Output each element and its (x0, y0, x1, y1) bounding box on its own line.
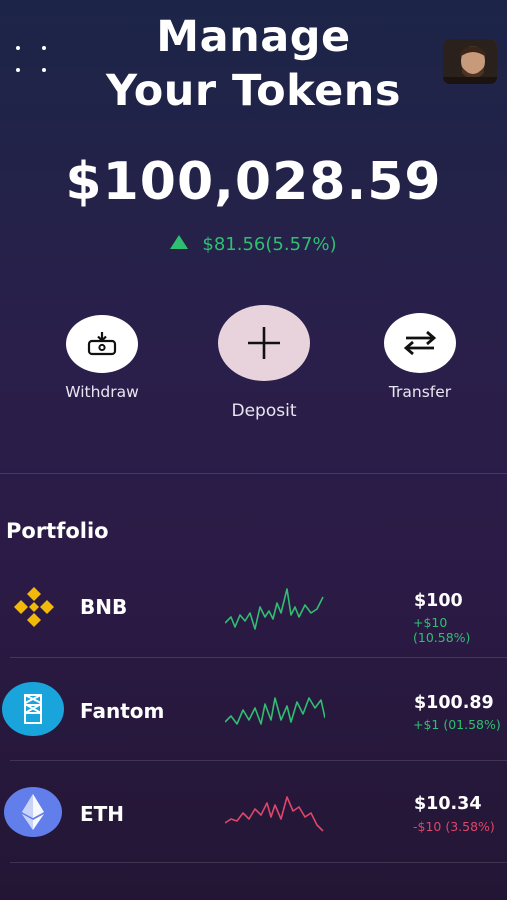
token-price: $100 (414, 591, 463, 611)
token-change: +$1 (01.58%) (413, 717, 501, 732)
balance-change: $81.56(5.57%) (0, 234, 507, 255)
deposit-label: Deposit (231, 401, 297, 421)
sparkline (225, 697, 325, 725)
balance-change-text: $81.56(5.57%) (202, 234, 337, 255)
token-change: +$10 (10.58%) (413, 615, 471, 645)
avatar[interactable] (443, 39, 497, 84)
fantom-logo-icon (2, 682, 64, 736)
token-name: Fantom (80, 699, 165, 723)
list-item[interactable]: ETH $10.34 -$10 (3.58%) (0, 761, 507, 865)
deposit-button[interactable]: Deposit (210, 305, 318, 421)
sparkline (225, 588, 324, 630)
token-price: $100.89 (414, 693, 494, 713)
portfolio-title: Portfolio (6, 519, 109, 543)
plus-icon (218, 305, 310, 381)
list-item[interactable]: Fantom $100.89 +$1 (01.58%) (0, 658, 507, 762)
transfer-button[interactable]: Transfer (368, 313, 472, 401)
swap-arrows-icon (384, 313, 456, 373)
total-balance: $100,028.59 (65, 152, 442, 212)
divider (0, 473, 507, 474)
ethereum-logo-icon (4, 787, 62, 837)
transfer-label: Transfer (388, 383, 452, 401)
withdraw-label: Withdraw (65, 383, 139, 401)
token-change: -$10 (3.58%) (413, 819, 495, 834)
token-name: ETH (80, 802, 125, 826)
bnb-logo-icon (8, 585, 60, 633)
sparkline (225, 796, 324, 832)
withdraw-button[interactable]: Withdraw (50, 315, 154, 401)
title-line-1: Manage (156, 12, 351, 62)
token-name: BNB (80, 595, 128, 619)
row-divider (10, 862, 507, 863)
up-arrow-icon (170, 235, 189, 249)
list-item[interactable]: BNB $100 +$10 (10.58%) (0, 555, 507, 659)
page-title: Manage Your Tokens (0, 10, 507, 118)
token-price: $10.34 (414, 794, 482, 814)
withdraw-icon (66, 315, 138, 373)
title-line-2: Your Tokens (106, 66, 401, 116)
